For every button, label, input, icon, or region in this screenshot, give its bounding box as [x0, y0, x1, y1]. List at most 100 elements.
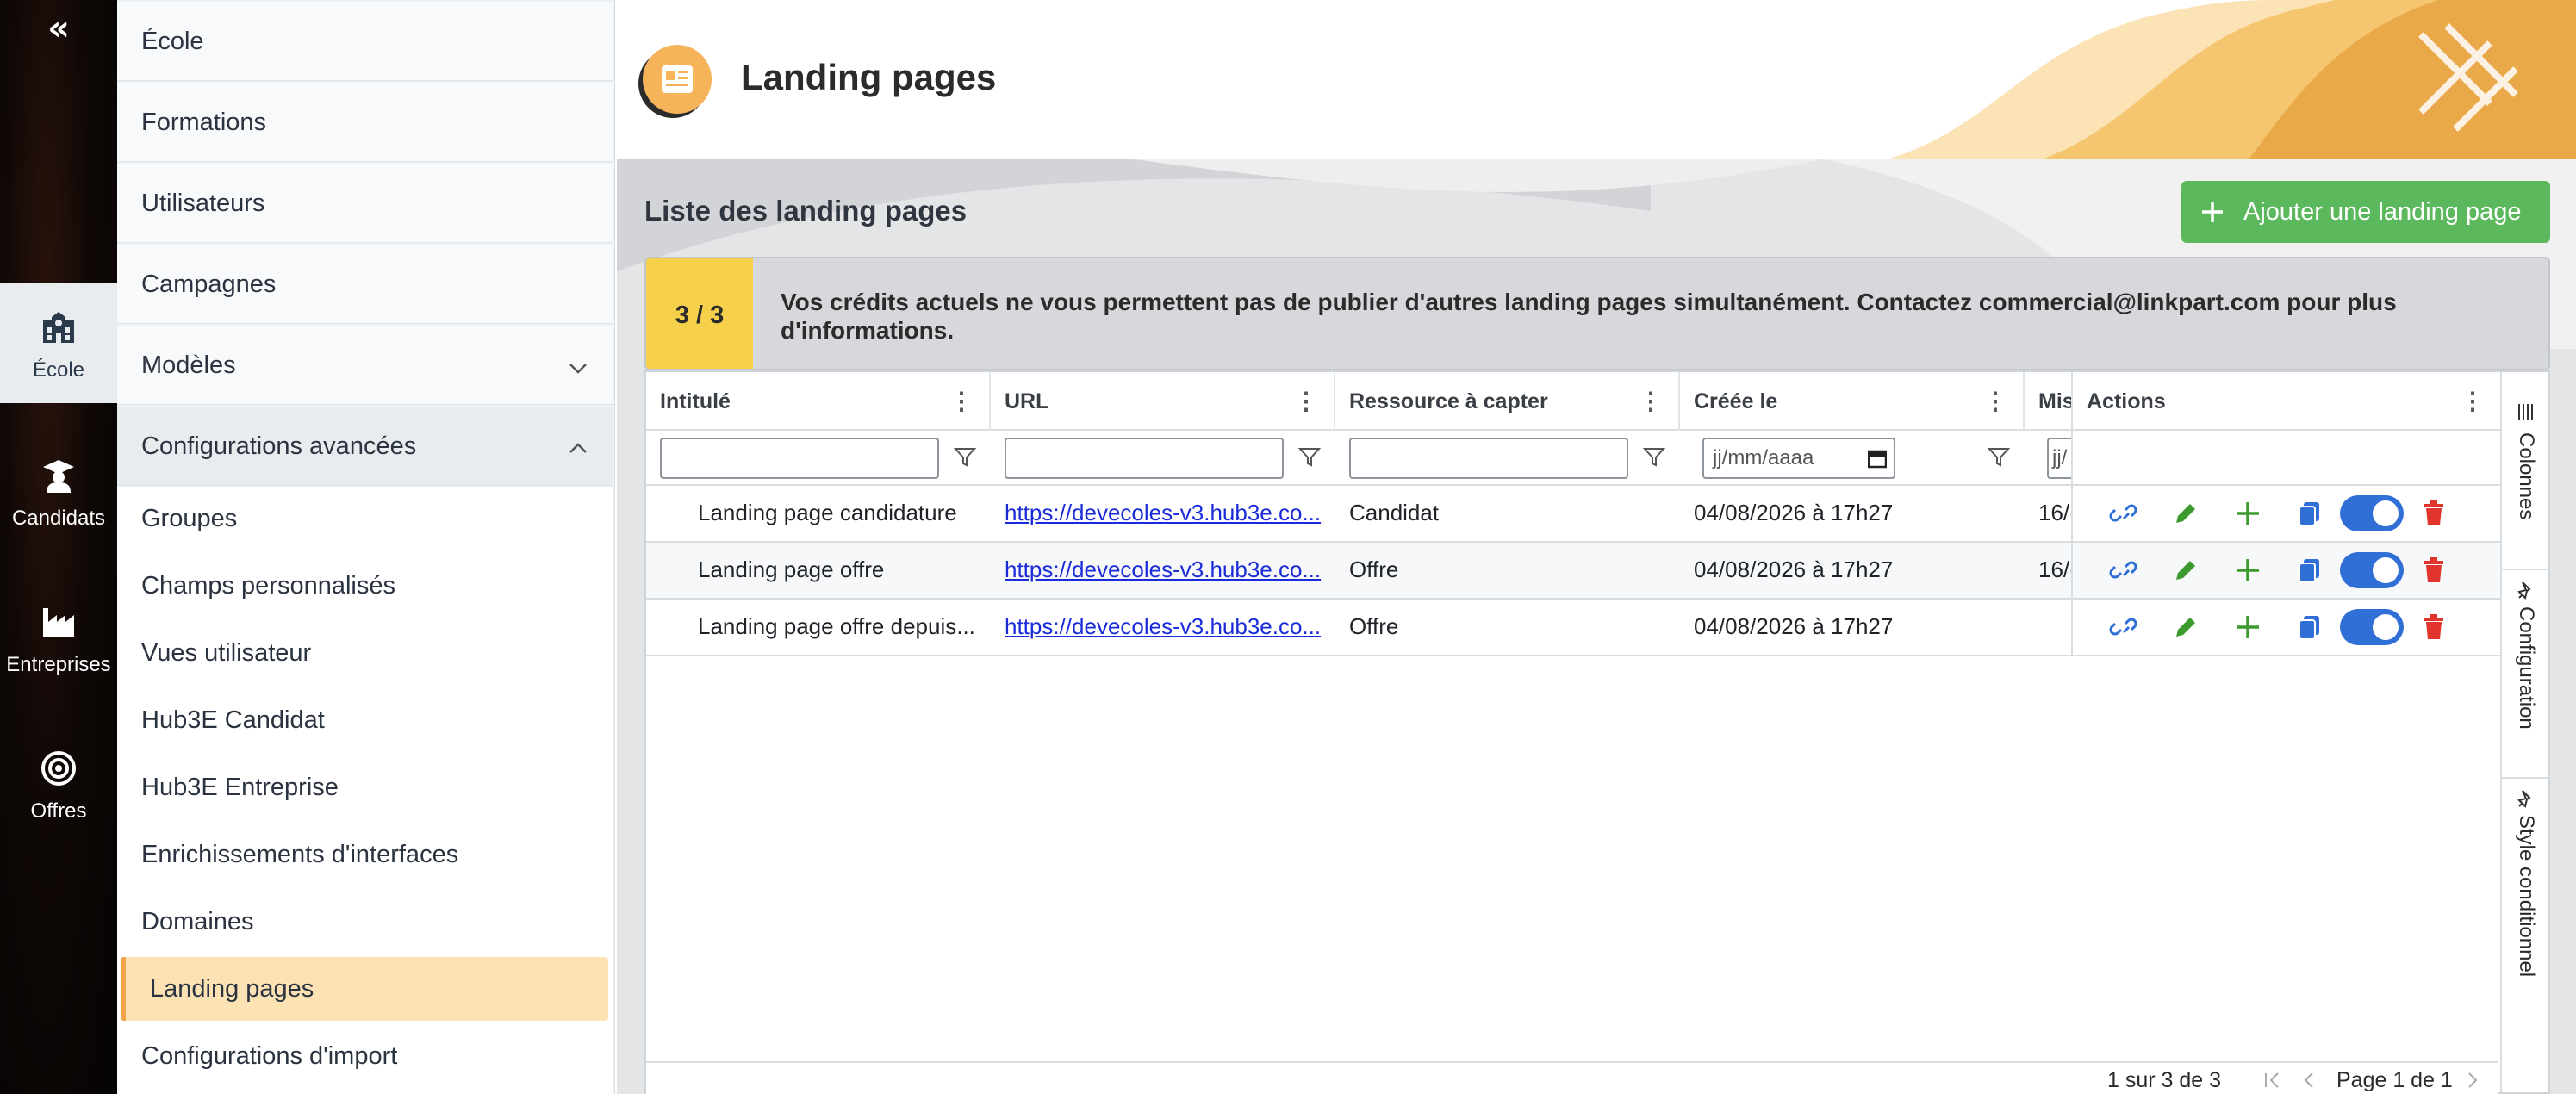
column-menu-icon[interactable]: ⋮ — [1294, 372, 1318, 431]
rail-item-entreprises[interactable]: Entreprises — [0, 577, 117, 698]
landing-pages-grid: Intitulé ⋮ URL ⋮ Ressource à capter ⋮ Cr… — [644, 370, 2550, 1094]
next-page-icon[interactable] — [2462, 1070, 2483, 1091]
column-header-creee-le[interactable]: Créée le ⋮ — [1680, 372, 2025, 431]
pagination-range: 1 sur 3 de 3 — [2107, 1068, 2222, 1092]
tab-colonnes[interactable]: Colonnes — [2502, 398, 2550, 570]
sidebar-item-label: Modèles — [141, 351, 236, 379]
rail-item-candidats[interactable]: Candidats — [0, 431, 117, 551]
filter-date-input[interactable]: jj/mm/aaaa — [1702, 438, 1895, 479]
column-menu-icon[interactable]: ⋮ — [1983, 372, 2007, 431]
add-icon[interactable] — [2233, 556, 2262, 585]
column-menu-icon[interactable]: ⋮ — [949, 372, 974, 431]
edit-icon[interactable] — [2171, 499, 2200, 528]
actions-column: Actions ⋮ — [2071, 372, 2500, 656]
filter-icon[interactable] — [1297, 444, 1322, 469]
cell-ressource: Offre — [1349, 613, 1399, 639]
target-icon — [41, 751, 76, 786]
sidebar-item-utilisateurs[interactable]: Utilisateurs — [117, 164, 613, 243]
cell-url-link[interactable]: https://devecoles-v3.hub3e.co... — [1005, 543, 1323, 600]
column-header-label: Mis — [2038, 389, 2071, 413]
add-landing-page-button[interactable]: Ajouter une landing page — [2181, 181, 2550, 243]
main-content: Landing pages Liste des landing pages Aj… — [617, 0, 2576, 1094]
publish-toggle[interactable] — [2340, 609, 2404, 645]
rail-item-offres[interactable]: Offres — [0, 724, 117, 844]
submenu-item-domaines[interactable]: Domaines — [117, 890, 613, 954]
side-tab-label: Style conditionnel — [2515, 815, 2538, 978]
sidebar-item-campagnes[interactable]: Campagnes — [117, 245, 613, 324]
delete-icon[interactable] — [2419, 499, 2448, 528]
column-header-url[interactable]: URL ⋮ — [991, 372, 1335, 431]
column-menu-icon[interactable]: ⋮ — [2461, 372, 2485, 429]
column-header-actions[interactable]: Actions ⋮ — [2073, 372, 2500, 431]
column-header-ressource[interactable]: Ressource à capter ⋮ — [1335, 372, 1680, 431]
submenu-item-vues-utilisateur[interactable]: Vues utilisateur — [117, 621, 613, 685]
submenu-item-hub3e-entreprise[interactable]: Hub3E Entreprise — [117, 755, 613, 819]
column-header-intitule[interactable]: Intitulé ⋮ — [646, 372, 991, 431]
cell-url-link[interactable]: https://devecoles-v3.hub3e.co... — [1005, 600, 1323, 656]
sidebar-item-modeles[interactable]: Modèles — [117, 326, 613, 405]
copy-icon[interactable] — [2295, 556, 2324, 585]
submenu-item-configurations-import[interactable]: Configurations d'import — [117, 1024, 613, 1088]
previous-page-icon[interactable] — [2299, 1070, 2319, 1091]
filter-intitule-input[interactable] — [660, 438, 939, 479]
link-icon[interactable] — [2109, 612, 2138, 642]
delete-icon[interactable] — [2419, 556, 2448, 585]
submenu-item-groupes[interactable]: Groupes — [117, 487, 613, 550]
grid-side-panel: Colonnes Configuration Style conditionne… — [2500, 372, 2550, 1092]
first-page-icon[interactable] — [2262, 1070, 2283, 1091]
filter-url-input[interactable] — [1005, 438, 1284, 479]
copy-icon[interactable] — [2295, 612, 2324, 642]
graduate-icon — [43, 460, 74, 493]
edit-icon[interactable] — [2171, 612, 2200, 642]
rail-item-label: Offres — [30, 799, 87, 823]
cell-ressource: Candidat — [1349, 500, 1440, 525]
sidebar-item-ecole[interactable]: École — [117, 2, 613, 81]
columns-icon — [2518, 404, 2533, 420]
actions-cell — [2073, 543, 2500, 600]
sidebar-menu: École Formations Utilisateurs Campagnes … — [117, 0, 615, 1094]
sidebar-item-configurations-avancees[interactable]: Configurations avancées — [117, 407, 613, 486]
column-menu-icon[interactable]: ⋮ — [1639, 372, 1663, 431]
column-header-label: URL — [1005, 389, 1049, 413]
link-icon[interactable] — [2109, 556, 2138, 585]
actions-cell — [2073, 486, 2500, 543]
cell-intitule: Landing page offre depuis... — [698, 613, 975, 639]
date-placeholder: jj/ — [2052, 446, 2068, 469]
submenu-item-enrichissements[interactable]: Enrichissements d'interfaces — [117, 823, 613, 886]
rail-item-label: Entreprises — [6, 653, 111, 676]
cell-creee-le: 04/08/2026 à 17h27 — [1694, 613, 1894, 639]
cell-url-link[interactable]: https://devecoles-v3.hub3e.co... — [1005, 486, 1323, 543]
cell-intitule: Landing page candidature — [698, 500, 957, 525]
icon-rail: « École Candidats Entreprises Offres — [0, 0, 117, 1094]
sidebar-item-formations[interactable]: Formations — [117, 83, 613, 162]
submenu-item-champs-personnalises[interactable]: Champs personnalisés — [117, 554, 613, 618]
tab-style-conditionnel[interactable]: Style conditionnel — [2502, 780, 2550, 996]
side-tab-label: Configuration — [2515, 606, 2538, 730]
submenu-item-landing-pages[interactable]: Landing pages — [121, 957, 608, 1021]
collapse-sidebar-button[interactable]: « — [0, 0, 117, 60]
page-header: Landing pages — [617, 0, 2576, 159]
calendar-icon[interactable] — [1868, 448, 1887, 469]
column-header-modifiee[interactable]: Mis — [2025, 372, 2071, 431]
chevron-down-icon — [569, 364, 587, 374]
cell-intitule: Landing page offre — [698, 556, 885, 582]
publish-toggle[interactable] — [2340, 552, 2404, 588]
publish-toggle[interactable] — [2340, 495, 2404, 531]
delete-icon[interactable] — [2419, 612, 2448, 642]
filter-icon[interactable] — [1642, 444, 1666, 469]
add-icon[interactable] — [2233, 612, 2262, 642]
add-icon[interactable] — [2233, 499, 2262, 528]
school-icon — [43, 312, 74, 343]
filter-ressource-input[interactable] — [1349, 438, 1628, 479]
rail-item-ecole[interactable]: École — [0, 283, 117, 403]
filter-icon[interactable] — [1987, 444, 2011, 469]
add-button-label: Ajouter une landing page — [2243, 198, 2522, 226]
edit-icon[interactable] — [2171, 556, 2200, 585]
date-placeholder: jj/mm/aaaa — [1713, 446, 1814, 469]
copy-icon[interactable] — [2295, 499, 2324, 528]
submenu-item-hub3e-candidat[interactable]: Hub3E Candidat — [117, 688, 613, 752]
filter-icon[interactable] — [953, 444, 977, 469]
header-decoration — [1887, 0, 2576, 159]
link-icon[interactable] — [2109, 499, 2138, 528]
tab-configuration[interactable]: Configuration — [2502, 572, 2550, 779]
